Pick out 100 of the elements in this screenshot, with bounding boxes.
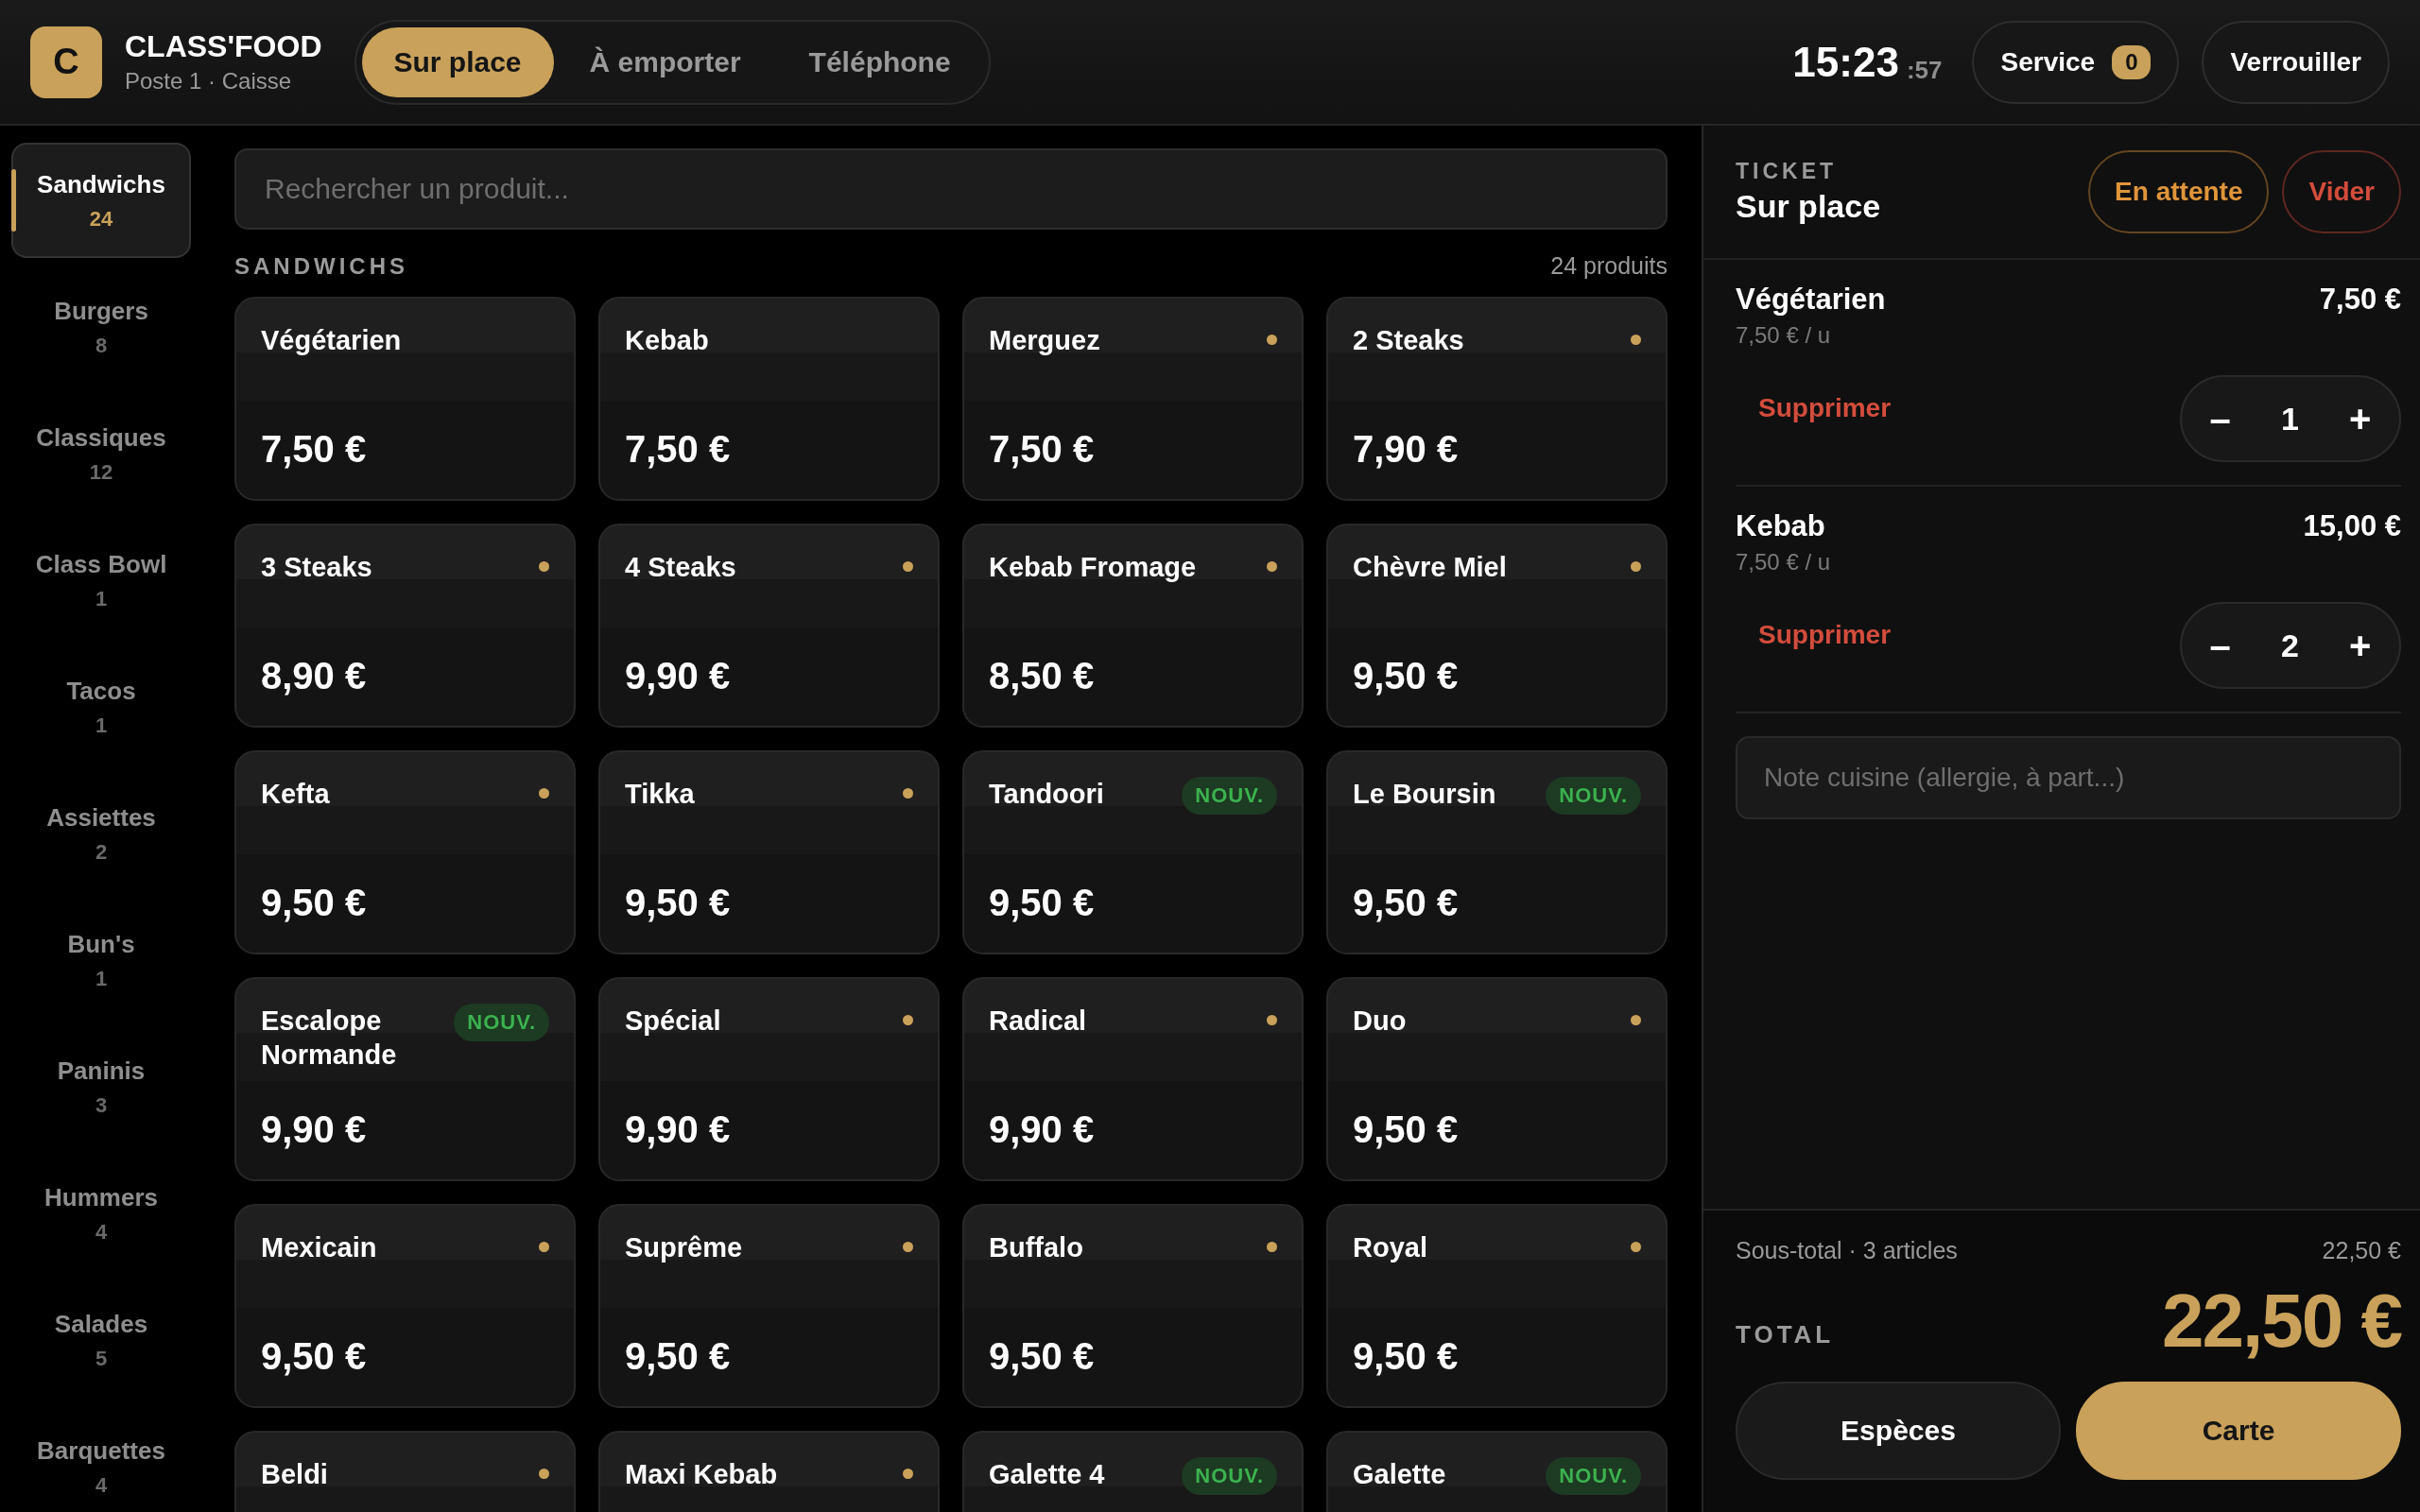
new-badge: NOUV. [1546,1457,1641,1495]
product-card[interactable]: Radical 9,90 € [962,977,1304,1181]
product-card[interactable]: Kebab 7,50 € [598,297,940,501]
product-name: 2 Steaks [1353,324,1464,357]
ticket-mode: Sur place [1736,188,1881,225]
hold-button[interactable]: En attente [2088,150,2270,233]
order-mode-tab[interactable]: À emporter [557,26,773,97]
order-mode-tab[interactable]: Téléphone [776,26,983,97]
product-card[interactable]: Tikka 9,50 € [598,750,940,954]
product-card[interactable]: Le Boursin NOUV. 9,50 € [1326,750,1668,954]
unit-price: 7,50 € / u [1736,549,1832,576]
total-label: TOTAL [1736,1320,1835,1350]
product-card[interactable]: 2 Steaks 7,90 € [1326,297,1668,501]
logo: C [30,26,102,98]
increase-button[interactable]: + [2343,397,2377,440]
service-button[interactable]: Service 0 [1972,20,2180,104]
product-price: 8,90 € [261,655,368,697]
product-price: 9,50 € [1353,882,1460,924]
search-field[interactable]: Rechercher un produit... [234,148,1668,230]
product-card[interactable]: Spécial 9,90 € [598,977,940,1181]
product-price: 9,50 € [1353,655,1460,697]
product-name: Escalope Normande [261,1005,398,1073]
product-price: 9,50 € [989,882,1096,924]
decrease-button[interactable]: – [2204,397,2237,440]
increase-button[interactable]: + [2343,624,2377,667]
product-card[interactable]: 4 Steaks 9,90 € [598,524,940,728]
product-price: 9,90 € [625,1108,732,1151]
product-card[interactable]: Végétarien 7,50 € [234,297,576,501]
product-card[interactable]: Mexicain 9,50 € [234,1204,576,1408]
product-card[interactable]: Royal 9,50 € [1326,1204,1668,1408]
category-item[interactable]: Paninis 3 [11,1029,191,1144]
service-count: 0 [2112,44,2152,79]
station-label: Poste 1 · Caisse [125,68,293,94]
new-badge: NOUV. [1182,777,1277,815]
category-item[interactable]: Salades 5 [11,1282,191,1398]
product-name: Beldi [261,1458,328,1491]
remove-link[interactable]: Supprimer [1736,620,1892,650]
product-name: Duo [1353,1005,1407,1038]
category-item[interactable]: Hummers 4 [11,1156,191,1271]
product-price: 9,50 € [625,1335,732,1378]
category-item[interactable]: Tacos 1 [11,649,191,765]
section-title: SANDWICHS [234,252,408,280]
product-name: Merguez [989,324,1100,357]
product-name: Tikka [625,778,695,811]
category-item[interactable]: Class Bowl 1 [11,523,191,638]
product-name: Maxi Kebab [625,1458,778,1491]
payment-button[interactable]: Espèces [1736,1382,2061,1480]
product-name: Galette [1353,1458,1446,1491]
product-name: Radical [989,1005,1087,1038]
category-item[interactable]: Bun's 1 [11,902,191,1018]
product-card[interactable]: Kefta 9,50 € [234,750,576,954]
new-badge: NOUV. [1182,1457,1277,1495]
product-price: 9,50 € [261,1335,368,1378]
category-item[interactable]: Barquettes 4 [11,1409,191,1512]
product-card[interactable]: Beldi [234,1431,576,1512]
ticket-label: TICKET [1736,159,1839,184]
product-price: 9,50 € [1353,1335,1460,1378]
product-card[interactable]: Duo 9,50 € [1326,977,1668,1181]
line-name: Kebab [1736,509,1825,543]
order-mode-tab[interactable]: Sur place [361,26,554,97]
remove-link[interactable]: Supprimer [1736,393,1892,423]
product-card[interactable]: Merguez 7,50 € [962,297,1304,501]
product-card[interactable]: Suprême 9,50 € [598,1204,940,1408]
product-name: Royal [1353,1231,1427,1264]
unit-price: 7,50 € / u [1736,322,1832,349]
category-item[interactable]: Classiques 12 [11,396,191,511]
product-card[interactable]: Maxi Kebab [598,1431,940,1512]
brand-name: CLASS'FOOD [125,29,322,64]
product-card[interactable]: Buffalo 9,50 € [962,1204,1304,1408]
category-item[interactable]: Sandwichs 24 [11,143,191,258]
decrease-button[interactable]: – [2204,624,2237,667]
line-total: 7,50 € [2319,283,2401,317]
product-card[interactable]: 3 Steaks 8,90 € [234,524,576,728]
quantity-value: 1 [2281,400,2299,438]
product-card[interactable]: Galette 4 NOUV. [962,1431,1304,1512]
product-price: 9,90 € [989,1108,1096,1151]
product-card[interactable]: Galette NOUV. [1326,1431,1668,1512]
lock-button[interactable]: Verrouiller [2202,20,2390,104]
payment-button[interactable]: Carte [2076,1382,2401,1480]
clock-time: 15:23 [1792,38,1899,86]
product-name: Mexicain [261,1231,377,1264]
product-price: 7,50 € [625,428,732,471]
product-name: Tandoori [989,778,1104,811]
product-card[interactable]: Escalope Normande NOUV. 9,90 € [234,977,576,1181]
category-item[interactable]: Assiettes 2 [11,776,191,891]
product-price: 7,50 € [989,428,1096,471]
product-price: 7,90 € [1353,428,1460,471]
product-price: 7,50 € [261,428,368,471]
product-card[interactable]: Tandoori NOUV. 9,50 € [962,750,1304,954]
product-count: 24 produits [1550,252,1668,280]
category-item[interactable]: Burgers 8 [11,269,191,385]
total-value: 22,50 € [2162,1278,2401,1365]
clear-button[interactable]: Vider [2282,150,2401,233]
product-name: Kebab [625,324,709,357]
product-name: Végétarien [261,324,402,357]
line-total: 15,00 € [2303,509,2401,543]
new-badge: NOUV. [1546,777,1641,815]
product-card[interactable]: Chèvre Miel 9,50 € [1326,524,1668,728]
product-card[interactable]: Kebab Fromage 8,50 € [962,524,1304,728]
kitchen-note-field[interactable]: Note cuisine (allergie, à part...) [1736,736,2401,819]
